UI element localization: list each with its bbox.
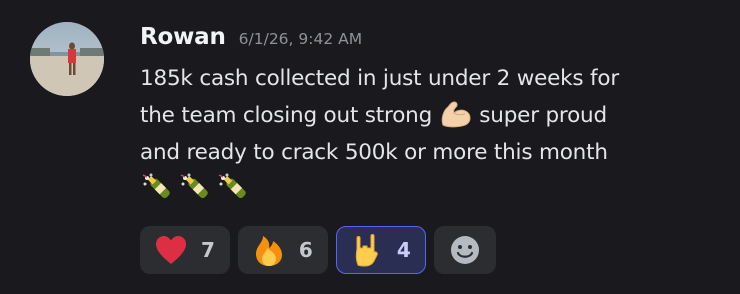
chat-message: Rowan 6/1/26, 9:42 AM 185k cash collecte…	[0, 0, 740, 294]
reaction-rock-on[interactable]: 4	[335, 226, 426, 274]
rock-on-hand-icon	[349, 232, 385, 268]
reaction-count: 4	[396, 238, 411, 262]
message-text: 185k cash collected in just under 2 week…	[140, 66, 619, 91]
message-line: the team closing out strong super proud	[140, 97, 720, 134]
avatar-photo	[30, 22, 104, 96]
message-line: and ready to crack 500k or more this mon…	[140, 134, 720, 171]
red-heart-icon	[153, 232, 189, 268]
smiley-add-reaction-icon	[450, 236, 479, 264]
message-header: Rowan 6/1/26, 9:42 AM	[140, 24, 362, 60]
fire-icon	[251, 232, 287, 268]
message-text: super proud	[472, 103, 607, 128]
champagne-icon	[216, 172, 254, 204]
reaction-count: 6	[298, 238, 313, 262]
reaction-count: 7	[201, 238, 215, 262]
message-text: and ready to crack 500k or more this mon…	[140, 140, 608, 165]
timestamp: 6/1/26, 9:42 AM	[238, 30, 363, 48]
flexed-biceps-icon	[439, 99, 473, 129]
champagne-icon	[178, 172, 216, 204]
reaction-heart[interactable]: 7	[140, 226, 230, 274]
reactions-bar: 7 6 4	[140, 226, 496, 274]
message-content: 185k cash collected in just under 2 week…	[140, 60, 720, 208]
add-reaction-button[interactable]	[433, 226, 496, 274]
champagne-icon	[140, 172, 178, 204]
message-line	[140, 171, 720, 208]
message-text: the team closing out strong	[140, 103, 439, 128]
reaction-fire[interactable]: 6	[237, 226, 328, 274]
message-line: 185k cash collected in just under 2 week…	[140, 60, 720, 97]
avatar[interactable]	[30, 22, 104, 96]
author-name[interactable]: Rowan	[140, 24, 226, 50]
